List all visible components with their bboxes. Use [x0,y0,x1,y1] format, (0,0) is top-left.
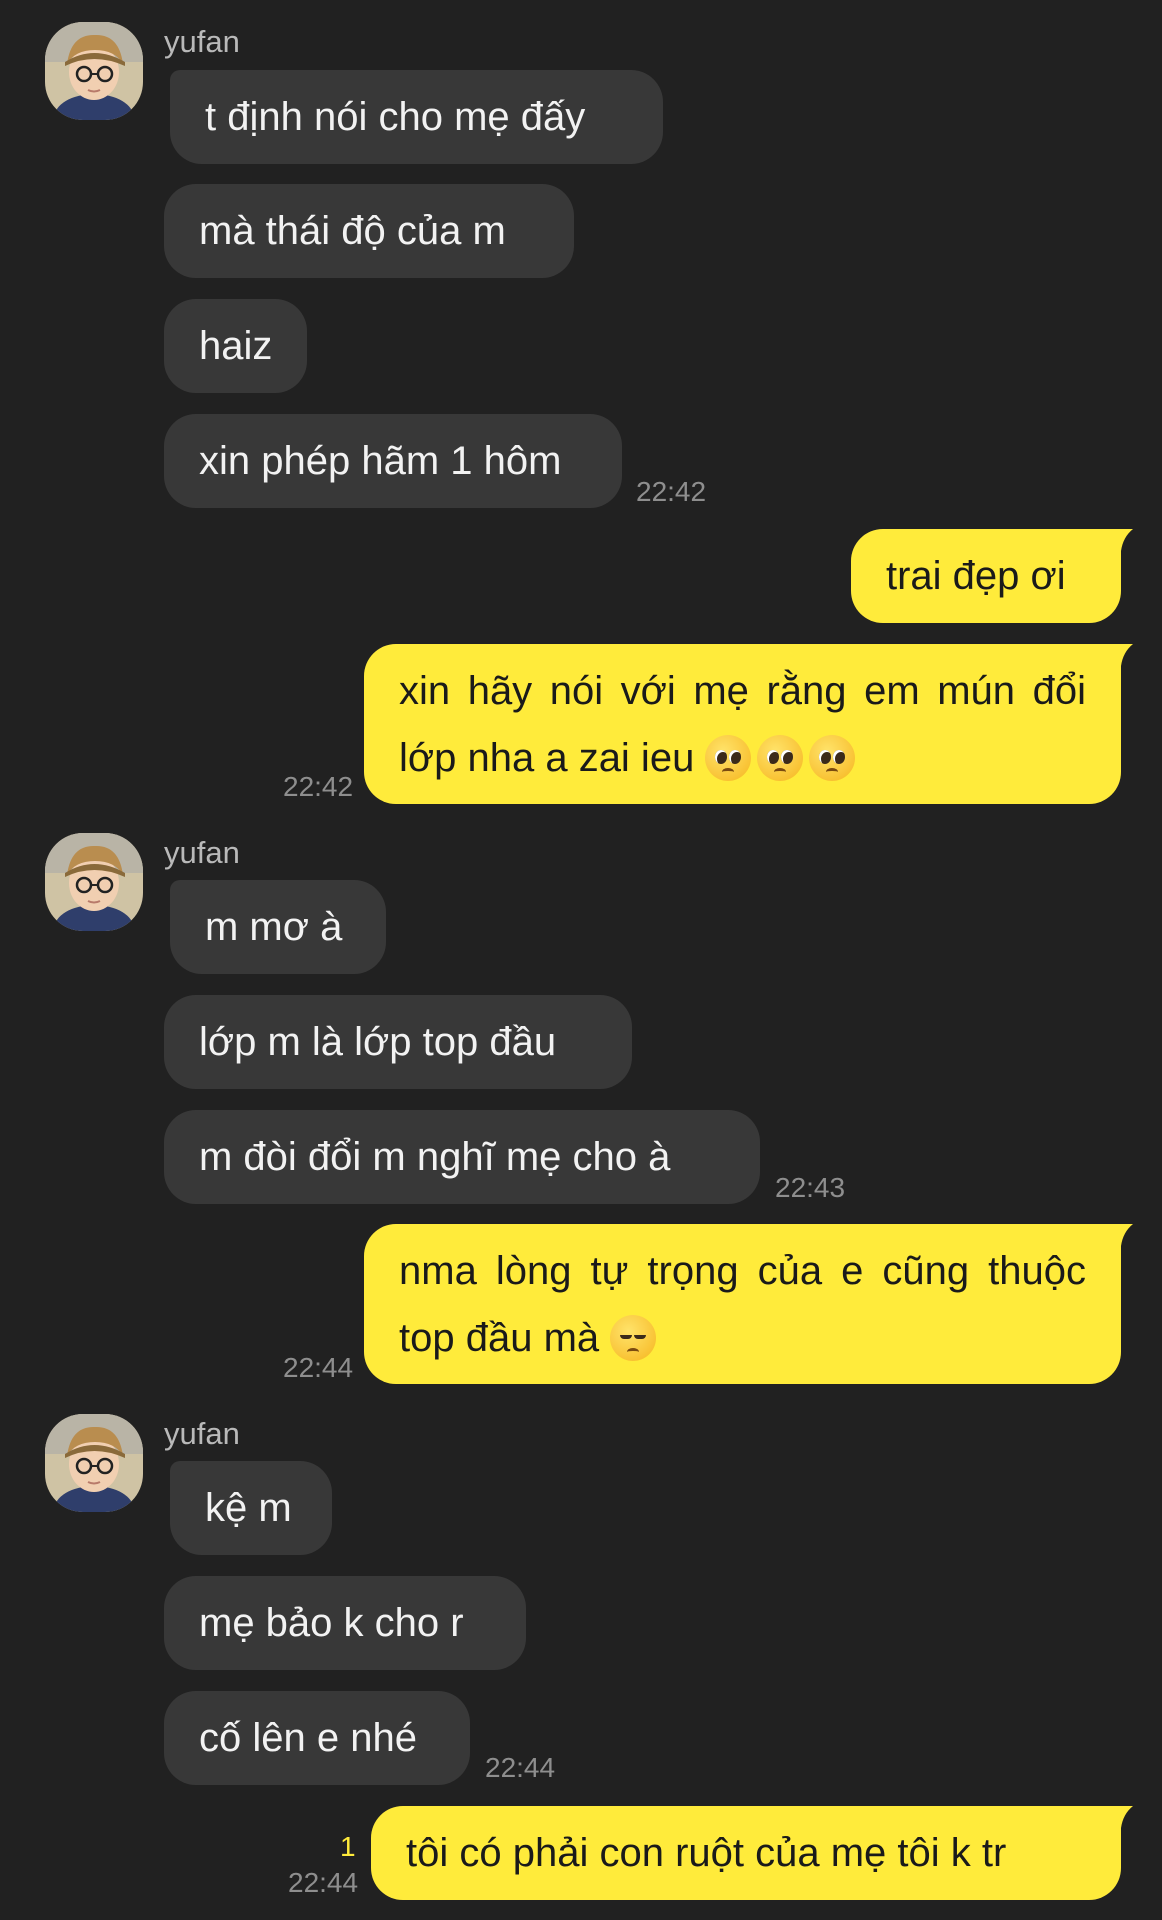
message-text: cố lên e nhé [199,1716,417,1760]
message-timestamp: 22:42 [636,476,707,507]
message-text: m đòi đổi m nghĩ mẹ cho à [199,1135,671,1179]
message-text: mà thái độ của m [199,209,506,253]
pleading-face-emoji [705,735,752,781]
pensive-face-emoji [610,1315,657,1361]
message-incoming[interactable]: m mơ à [170,880,386,974]
avatar-image [45,22,143,120]
bubble-tail [1111,529,1133,551]
message-incoming[interactable]: kệ m [170,1461,332,1555]
contact-avatar[interactable] [45,833,143,931]
message-incoming[interactable]: xin phép hãm 1 hôm [164,414,622,508]
message-incoming[interactable]: m đòi đổi m nghĩ mẹ cho à [164,1110,760,1204]
message-incoming[interactable]: haiz [164,299,307,393]
message-text: m mơ à [205,905,343,949]
message-outgoing[interactable]: nma lòng tự trọng của e cũng thuộc top đ… [364,1224,1121,1384]
message-incoming[interactable]: mẹ bảo k cho r [164,1576,526,1670]
sender-name: yufan [164,1416,240,1451]
bubble-tail [1111,644,1133,666]
contact-avatar[interactable] [45,1414,143,1512]
message-text: t định nói cho mẹ đấy [205,95,586,139]
bubble-tail [1111,1806,1133,1828]
message-text: tôi có phải con ruột của mẹ tôi k tr [406,1831,1007,1875]
message-text: trai đẹp ơi [886,554,1066,598]
message-text: kệ m [205,1486,292,1530]
avatar-image [45,833,143,931]
message-text: nma lòng tự trọng của e cũng thuộc top đ… [399,1249,1086,1360]
message-incoming[interactable]: lớp m là lớp top đầu [164,995,632,1089]
sender-name: yufan [164,835,240,870]
message-timestamp: 22:44 [283,1352,354,1383]
message-timestamp: 22:42 [283,771,354,802]
message-timestamp: 22:43 [775,1172,846,1203]
message-incoming[interactable]: t định nói cho mẹ đấy [170,70,663,164]
avatar-image [45,1414,143,1512]
message-timestamp: 22:44 [288,1867,359,1898]
contact-avatar[interactable] [45,22,143,120]
message-timestamp: 22:44 [485,1752,556,1783]
bubble-tail [1111,1224,1133,1246]
unread-count: 1 [340,1831,356,1862]
message-text: xin phép hãm 1 hôm [199,439,562,483]
message-outgoing[interactable]: xin hãy nói với mẹ rằng em mún đổi lớp n… [364,644,1121,804]
sender-name: yufan [164,24,240,59]
message-outgoing[interactable]: trai đẹp ơi [851,529,1121,623]
message-outgoing[interactable]: tôi có phải con ruột của mẹ tôi k tr [371,1806,1121,1900]
message-text: haiz [199,324,273,368]
message-incoming[interactable]: cố lên e nhé [164,1691,470,1785]
message-incoming[interactable]: mà thái độ của m [164,184,574,278]
pleading-face-emoji [757,735,804,781]
message-text: lớp m là lớp top đầu [199,1020,557,1064]
message-text: mẹ bảo k cho r [199,1601,464,1645]
pleading-face-emoji [809,735,856,781]
